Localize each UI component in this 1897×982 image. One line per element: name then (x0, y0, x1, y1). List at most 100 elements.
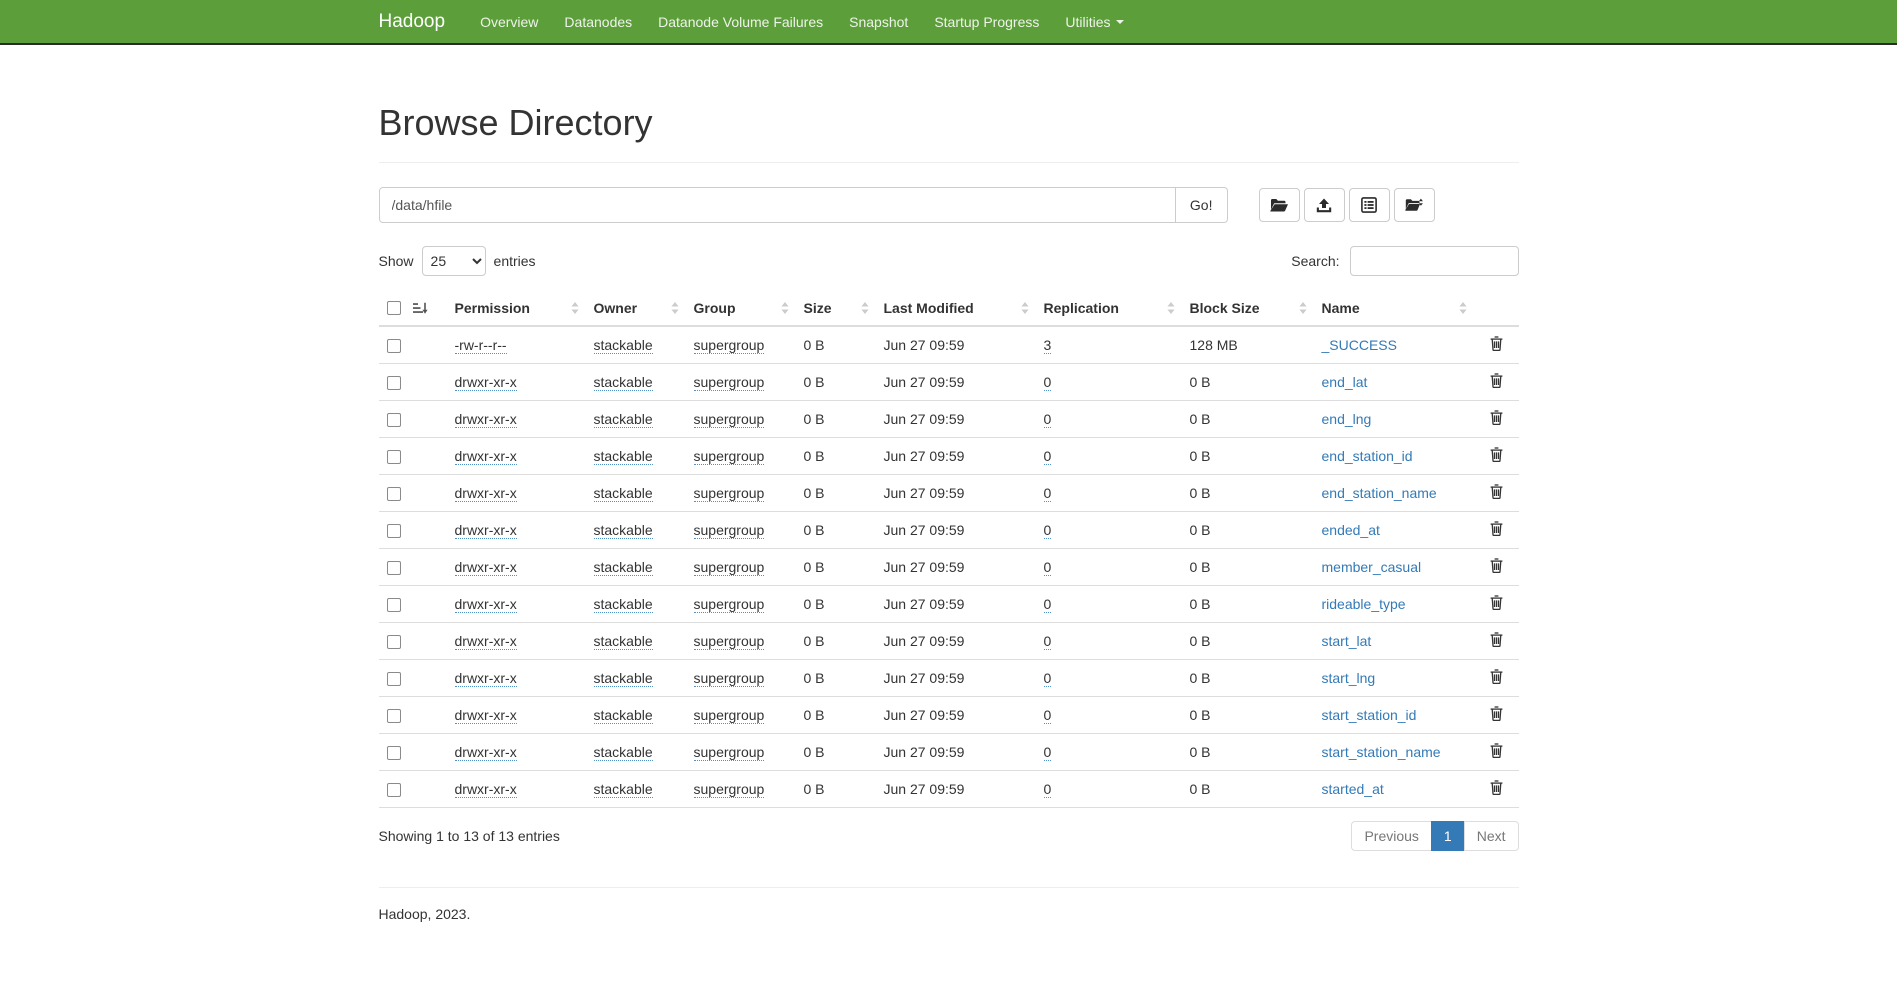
group-value[interactable]: supergroup (694, 374, 765, 391)
delete-button[interactable] (1490, 706, 1503, 721)
brand-hadoop[interactable]: Hadoop (379, 11, 446, 33)
row-checkbox[interactable] (387, 561, 401, 575)
replication-value[interactable]: 0 (1044, 411, 1052, 428)
row-checkbox[interactable] (387, 450, 401, 464)
owner-value[interactable]: stackable (594, 633, 653, 650)
row-checkbox[interactable] (387, 709, 401, 723)
file-link[interactable]: member_casual (1322, 559, 1422, 575)
column-header-size[interactable]: Size (796, 291, 876, 326)
column-header-block-size[interactable]: Block Size (1182, 291, 1314, 326)
column-header-permission[interactable]: Permission (447, 291, 586, 326)
file-link[interactable]: start_station_id (1322, 707, 1417, 723)
row-checkbox[interactable] (387, 376, 401, 390)
delete-button[interactable] (1490, 632, 1503, 647)
delete-button[interactable] (1490, 521, 1503, 536)
path-input[interactable] (379, 187, 1176, 223)
group-value[interactable]: supergroup (694, 707, 765, 724)
group-value[interactable]: supergroup (694, 485, 765, 502)
file-link[interactable]: start_lng (1322, 670, 1376, 686)
nav-startup-progress[interactable]: Startup Progress (921, 14, 1052, 30)
permission-value[interactable]: drwxr-xr-x (455, 781, 517, 798)
file-link[interactable]: started_at (1322, 781, 1384, 797)
delete-button[interactable] (1490, 669, 1503, 684)
column-header-replication[interactable]: Replication (1036, 291, 1182, 326)
owner-value[interactable]: stackable (594, 337, 653, 354)
file-link[interactable]: _SUCCESS (1322, 337, 1397, 353)
owner-value[interactable]: stackable (594, 411, 653, 428)
select-all-checkbox[interactable] (387, 301, 401, 315)
permission-value[interactable]: drwxr-xr-x (455, 559, 517, 576)
row-checkbox[interactable] (387, 783, 401, 797)
next-page-button[interactable]: Next (1464, 821, 1519, 851)
replication-value[interactable]: 0 (1044, 781, 1052, 798)
replication-value[interactable]: 0 (1044, 670, 1052, 687)
file-link[interactable]: end_station_id (1322, 448, 1413, 464)
upload-file-button[interactable] (1304, 188, 1345, 222)
previous-page-button[interactable]: Previous (1351, 821, 1431, 851)
delete-button[interactable] (1490, 780, 1503, 795)
delete-button[interactable] (1490, 595, 1503, 610)
replication-value[interactable]: 0 (1044, 559, 1052, 576)
row-checkbox[interactable] (387, 672, 401, 686)
file-link[interactable]: rideable_type (1322, 596, 1406, 612)
group-value[interactable]: supergroup (694, 633, 765, 650)
delete-button[interactable] (1490, 484, 1503, 499)
row-checkbox[interactable] (387, 598, 401, 612)
group-value[interactable]: supergroup (694, 559, 765, 576)
owner-value[interactable]: stackable (594, 781, 653, 798)
row-checkbox[interactable] (387, 487, 401, 501)
nav-overview[interactable]: Overview (467, 14, 551, 30)
delete-button[interactable] (1490, 743, 1503, 758)
create-directory-button[interactable] (1259, 188, 1300, 222)
file-link[interactable]: end_lat (1322, 374, 1368, 390)
search-input[interactable] (1350, 246, 1519, 276)
group-value[interactable]: supergroup (694, 596, 765, 613)
delete-button[interactable] (1490, 447, 1503, 462)
owner-value[interactable]: stackable (594, 522, 653, 539)
row-checkbox[interactable] (387, 413, 401, 427)
permission-value[interactable]: drwxr-xr-x (455, 522, 517, 539)
replication-value[interactable]: 0 (1044, 522, 1052, 539)
go-button[interactable]: Go! (1176, 187, 1228, 223)
owner-value[interactable]: stackable (594, 485, 653, 502)
group-value[interactable]: supergroup (694, 411, 765, 428)
nav-datanodes[interactable]: Datanodes (551, 14, 645, 30)
file-link[interactable]: start_lat (1322, 633, 1372, 649)
replication-value[interactable]: 0 (1044, 485, 1052, 502)
file-link[interactable]: end_station_name (1322, 485, 1437, 501)
group-value[interactable]: supergroup (694, 448, 765, 465)
row-checkbox[interactable] (387, 635, 401, 649)
file-link[interactable]: end_lng (1322, 411, 1372, 427)
owner-value[interactable]: stackable (594, 559, 653, 576)
replication-value[interactable]: 0 (1044, 707, 1052, 724)
replication-value[interactable]: 0 (1044, 448, 1052, 465)
owner-value[interactable]: stackable (594, 670, 653, 687)
permission-value[interactable]: drwxr-xr-x (455, 707, 517, 724)
permission-value[interactable]: drwxr-xr-x (455, 485, 517, 502)
column-header-group[interactable]: Group (686, 291, 796, 326)
owner-value[interactable]: stackable (594, 596, 653, 613)
row-checkbox[interactable] (387, 746, 401, 760)
owner-value[interactable]: stackable (594, 448, 653, 465)
replication-value[interactable]: 0 (1044, 744, 1052, 761)
permission-value[interactable]: drwxr-xr-x (455, 374, 517, 391)
permission-value[interactable]: drwxr-xr-x (455, 411, 517, 428)
group-value[interactable]: supergroup (694, 744, 765, 761)
group-value[interactable]: supergroup (694, 781, 765, 798)
permission-value[interactable]: drwxr-xr-x (455, 596, 517, 613)
replication-value[interactable]: 3 (1044, 337, 1052, 354)
file-link[interactable]: ended_at (1322, 522, 1380, 538)
owner-value[interactable]: stackable (594, 374, 653, 391)
page-size-select[interactable]: 25 (422, 246, 486, 276)
row-checkbox[interactable] (387, 524, 401, 538)
file-link[interactable]: start_station_name (1322, 744, 1441, 760)
delete-button[interactable] (1490, 410, 1503, 425)
column-header-owner[interactable]: Owner (586, 291, 686, 326)
permission-value[interactable]: drwxr-xr-x (455, 744, 517, 761)
select-all-header[interactable] (379, 291, 447, 326)
group-value[interactable]: supergroup (694, 670, 765, 687)
delete-button[interactable] (1490, 373, 1503, 388)
column-header-last-modified[interactable]: Last Modified (876, 291, 1036, 326)
page-1-button[interactable]: 1 (1431, 821, 1465, 851)
nav-utilities[interactable]: Utilities (1052, 14, 1136, 30)
